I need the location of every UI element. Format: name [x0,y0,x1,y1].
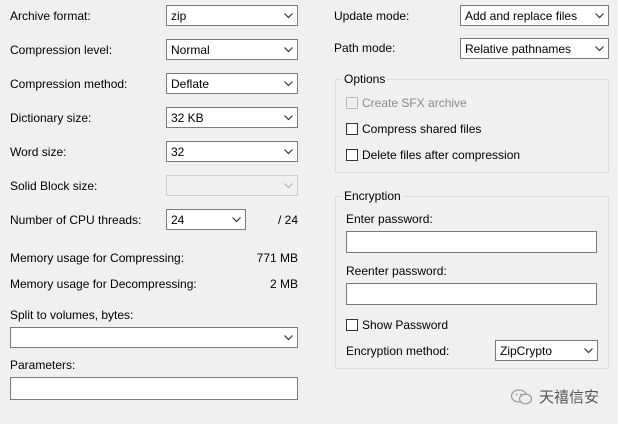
wechat-icon [510,389,533,405]
delete-after-checkbox[interactable] [346,149,358,161]
dictionary-size-select[interactable]: 32 KB [166,107,298,128]
show-password-checkbox[interactable] [346,319,358,331]
compression-method-select[interactable]: Deflate [166,73,298,94]
reenter-password-input[interactable] [346,283,597,305]
cpu-threads-value: 24 [171,213,185,227]
chevron-down-icon [595,46,604,52]
cpu-threads-select[interactable]: 24 [166,209,246,230]
encryption-title: Encryption [342,189,403,203]
cpu-threads-max: / 24 [277,213,298,227]
encryption-method-label: Encryption method: [346,344,450,358]
chevron-down-icon [284,115,293,121]
archive-format-label: Archive format: [10,9,91,23]
solid-block-size-select [166,175,298,196]
compression-method-value: Deflate [171,77,210,91]
delete-after-label[interactable]: Delete files after compression [362,148,520,162]
reenter-password-label: Reenter password: [346,264,447,278]
create-sfx-checkbox [346,97,358,109]
split-volumes-label: Split to volumes, bytes: [10,308,134,322]
mem-decompress-label: Memory usage for Decompressing: [10,277,197,291]
create-sfx-label: Create SFX archive [362,96,467,110]
compression-level-label: Compression level: [10,43,113,57]
chevron-down-icon [595,13,604,19]
compression-level-value: Normal [171,43,210,57]
chevron-down-icon [284,81,293,87]
word-size-value: 32 [171,145,185,159]
encryption-method-value: ZipCrypto [500,344,553,358]
mem-decompress-value: 2 MB [269,277,298,291]
mem-compress-label: Memory usage for Compressing: [10,251,185,265]
path-mode-value: Relative pathnames [465,42,572,56]
compress-shared-checkbox[interactable] [346,123,358,135]
dictionary-size-value: 32 KB [171,111,204,125]
encryption-method-select[interactable]: ZipCrypto [495,340,598,361]
path-mode-select[interactable]: Relative pathnames [460,38,609,59]
word-size-select[interactable]: 32 [166,141,298,162]
compression-method-label: Compression method: [10,77,128,91]
mem-compress-value: 771 MB [256,251,298,265]
chevron-down-icon [284,47,293,53]
compression-level-select[interactable]: Normal [166,39,298,60]
watermark-text: 天禧信安 [539,389,600,406]
solid-block-size-label: Solid Block size: [10,179,98,193]
chevron-down-icon [284,13,293,19]
parameters-label: Parameters: [10,358,76,372]
path-mode-label: Path mode: [334,41,396,55]
archive-format-value: zip [171,9,187,23]
cpu-threads-label: Number of CPU threads: [10,213,142,227]
show-password-label[interactable]: Show Password [362,318,448,332]
split-volumes-combobox[interactable] [10,327,298,348]
archive-format-select[interactable]: zip [166,5,298,26]
update-mode-value: Add and replace files [465,9,578,23]
chevron-down-icon [232,217,241,223]
update-mode-select[interactable]: Add and replace files [460,5,609,26]
enter-password-input[interactable] [346,231,597,253]
options-title: Options [342,72,388,86]
compress-shared-label[interactable]: Compress shared files [362,122,481,136]
word-size-label: Word size: [10,145,67,159]
dictionary-size-label: Dictionary size: [10,111,92,125]
update-mode-label: Update mode: [334,9,410,23]
parameters-input[interactable] [10,377,298,400]
enter-password-label: Enter password: [346,212,433,226]
chevron-down-icon [284,183,293,189]
chevron-down-icon [284,149,293,155]
chevron-down-icon[interactable] [283,332,294,343]
chevron-down-icon [584,348,593,354]
